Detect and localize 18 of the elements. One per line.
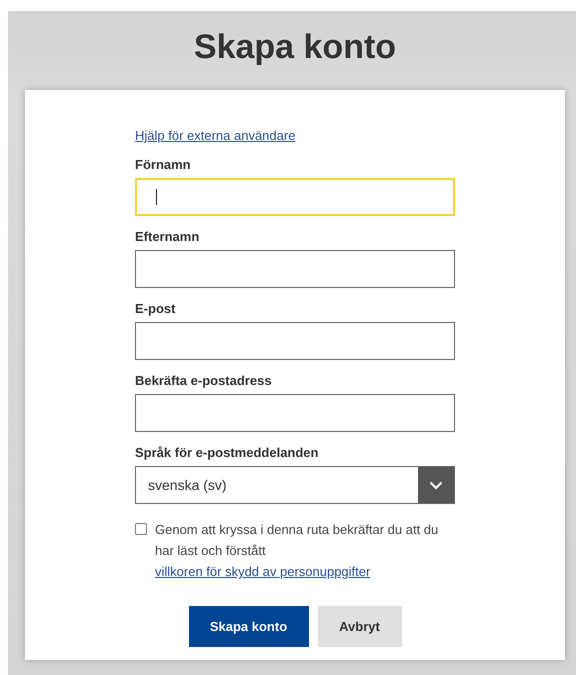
chevron-down-icon — [429, 480, 443, 490]
terms-link[interactable]: villkoren för skydd av personuppgifter — [155, 564, 370, 579]
consent-checkbox[interactable] — [135, 523, 147, 535]
help-link[interactable]: Hjälp för externa användare — [135, 128, 455, 143]
text-cursor — [156, 189, 157, 205]
text-field[interactable] — [135, 394, 455, 432]
language-dropdown[interactable]: svenska (sv) — [135, 466, 455, 504]
cancel-button[interactable]: Avbryt — [318, 606, 402, 647]
field-label: Förnamn — [135, 157, 192, 172]
create-account-button[interactable]: Skapa konto — [188, 606, 308, 647]
text-field[interactable] — [135, 250, 455, 288]
text-field[interactable] — [135, 322, 455, 360]
field-label: E-post — [135, 301, 176, 316]
field-label: Bekräfta e-postadress — [135, 373, 273, 388]
page-title: Skapa konto — [192, 27, 398, 68]
consent-text: Genom att kryssa i denna ruta bekräftar du att du har läst och förstått villkoren för skydd av personuppgifter — [155, 521, 440, 581]
field-label: Språk för e-postmeddelanden — [135, 445, 320, 460]
field-label: Efternamn — [135, 229, 200, 244]
